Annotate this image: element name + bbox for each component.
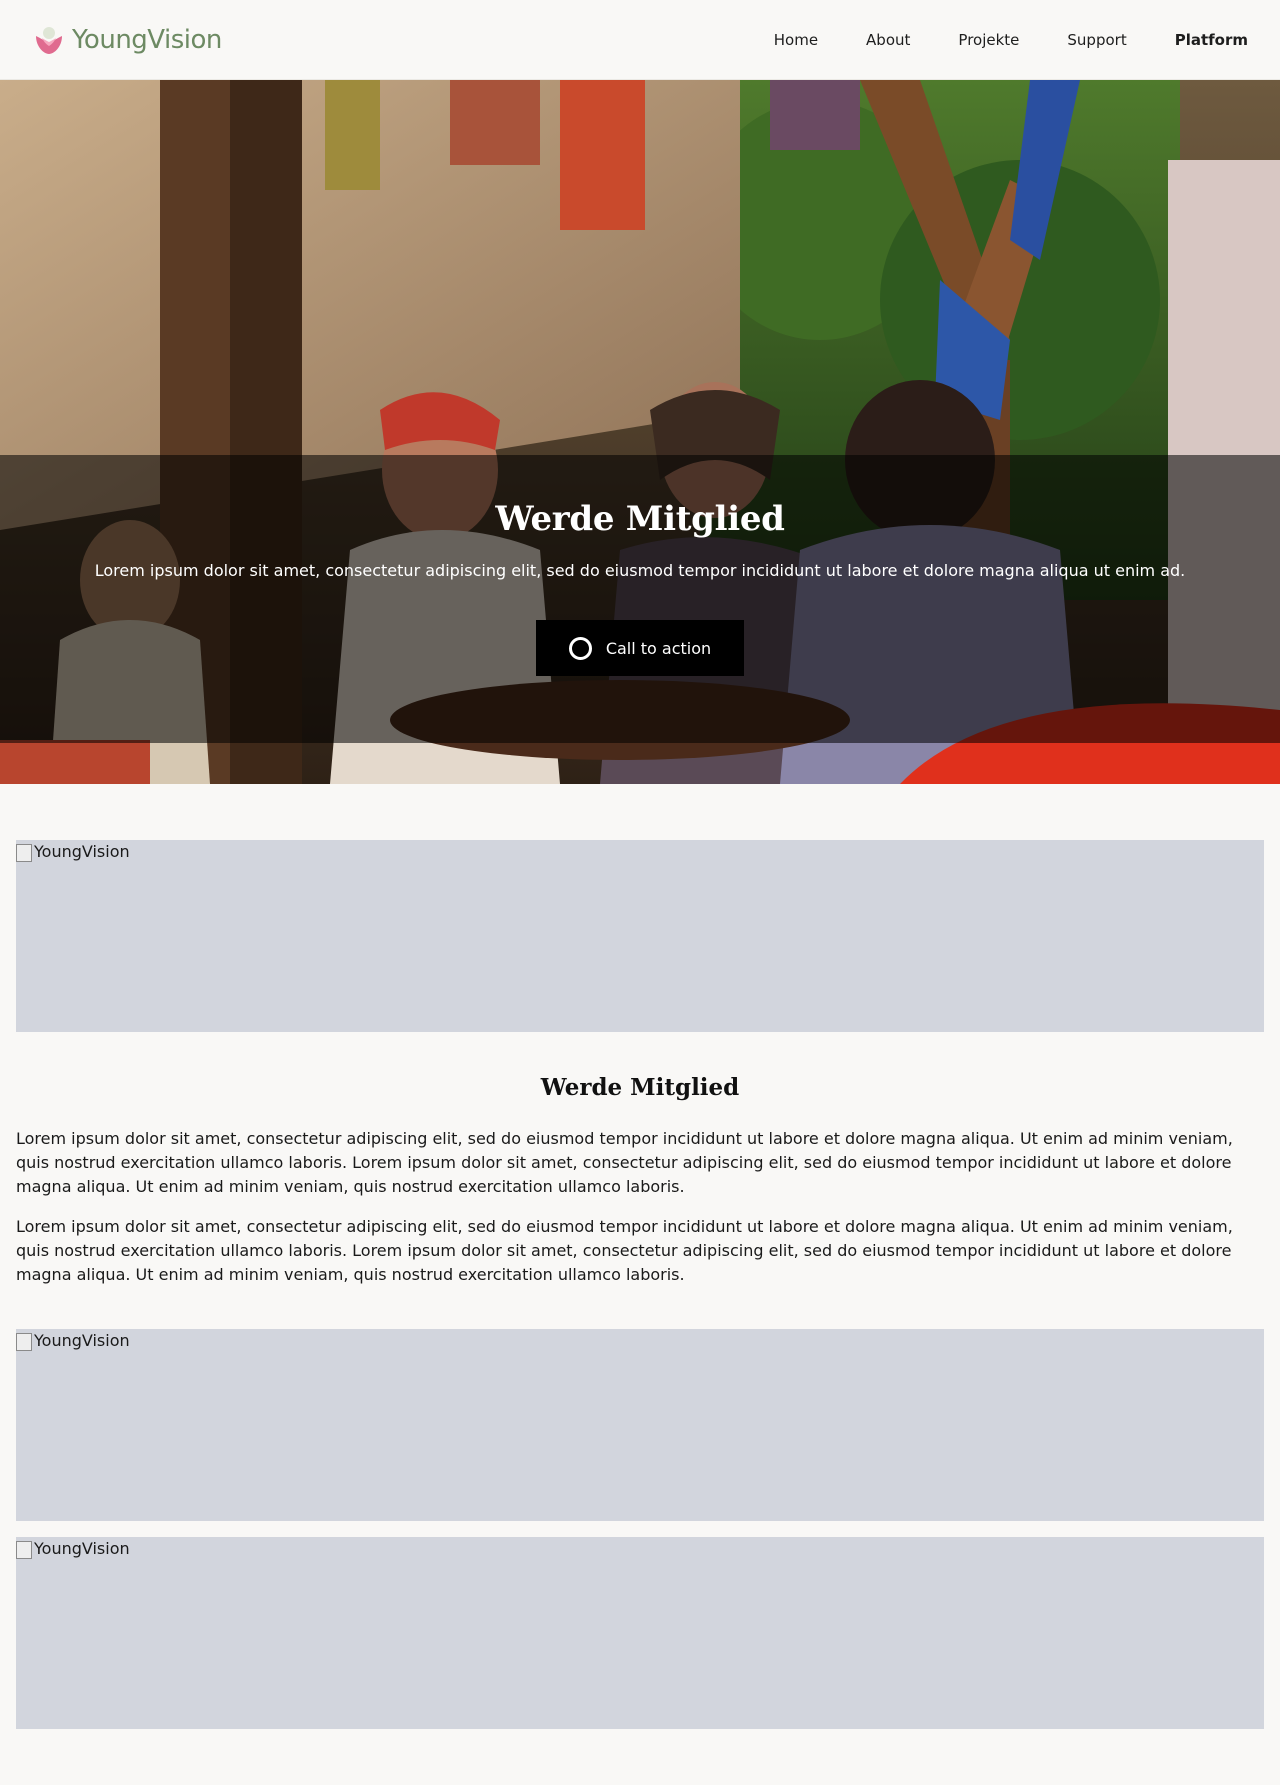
image-placeholder: YoungVision — [16, 840, 1264, 1032]
nav-projekte[interactable]: Projekte — [958, 31, 1019, 49]
image-placeholder: YoungVision — [16, 1537, 1264, 1729]
hero-title: Werde Mitglied — [495, 499, 785, 539]
main-content: YoungVision Werde Mitglied Lorem ipsum d… — [0, 784, 1280, 1785]
nav-home[interactable]: Home — [774, 31, 818, 49]
cta-label: Call to action — [605, 638, 712, 658]
image-alt-text: YoungVision — [16, 1539, 130, 1559]
paragraph: Lorem ipsum dolor sit amet, consectetur … — [16, 1129, 1233, 1196]
brand-link[interactable]: YoungVision — [32, 23, 222, 57]
hero-section: Werde Mitglied Lorem ipsum dolor sit ame… — [0, 80, 1280, 784]
image-alt-text: YoungVision — [16, 1331, 130, 1351]
nav-about[interactable]: About — [866, 31, 910, 49]
hero-text: Lorem ipsum dolor sit amet, consectetur … — [94, 561, 1186, 580]
image-alt-text: YoungVision — [16, 842, 130, 862]
main-nav: Home About Projekte Support Platform — [774, 31, 1248, 49]
call-to-action-button[interactable]: Call to action — [536, 620, 744, 676]
nav-platform[interactable]: Platform — [1175, 31, 1248, 49]
site-header: YoungVision Home About Projekte Support … — [0, 0, 1280, 80]
hero-overlay: Werde Mitglied Lorem ipsum dolor sit ame… — [0, 455, 1280, 743]
paragraph: Lorem ipsum dolor sit amet, consectetur … — [16, 1217, 1233, 1284]
heart-logo-icon — [36, 26, 62, 54]
nav-support[interactable]: Support — [1067, 31, 1126, 49]
brand-name: YoungVision — [72, 24, 222, 55]
image-placeholder: YoungVision — [16, 1329, 1264, 1521]
circle-icon — [568, 636, 592, 660]
section-title: Werde Mitglied — [540, 1074, 740, 1101]
